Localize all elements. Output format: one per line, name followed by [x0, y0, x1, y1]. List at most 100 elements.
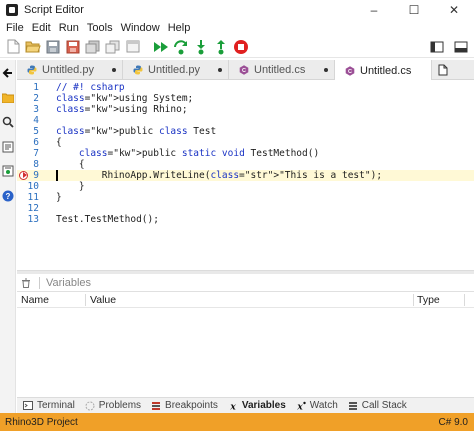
code-line: 6 {	[17, 137, 474, 148]
save-button[interactable]	[44, 38, 62, 56]
window-icon	[126, 40, 140, 53]
new-tab-button[interactable]	[432, 60, 454, 79]
tab-breakpoints[interactable]: Breakpoints	[151, 400, 218, 411]
explorer-folder-icon[interactable]	[1, 91, 15, 105]
step-over-button[interactable]	[172, 38, 190, 56]
tab-untitled-cs-active[interactable]: C Untitled.cs	[335, 60, 432, 81]
activity-sidebar: ?	[0, 60, 16, 413]
tab-untitled-cs-1[interactable]: C Untitled.cs	[229, 60, 335, 80]
stop-button[interactable]	[232, 38, 250, 56]
library-icon[interactable]	[1, 140, 15, 154]
close-button[interactable]: ✕	[434, 0, 474, 20]
svg-text:x: x	[296, 402, 303, 411]
line-number: 11	[27, 192, 39, 203]
maximize-button[interactable]: ☐	[394, 0, 434, 20]
svg-text:?: ?	[6, 192, 11, 201]
code-text: class="kw">public class Test	[56, 126, 217, 137]
line-number: 7	[33, 148, 39, 159]
run-button[interactable]	[152, 38, 170, 56]
code-line: 13 Test.TestMethod();	[17, 214, 474, 225]
sidebar-layout-icon	[430, 41, 444, 53]
watch-icon: x	[296, 401, 306, 411]
menu-file[interactable]: File	[2, 22, 28, 34]
menu-tools[interactable]: Tools	[83, 22, 117, 34]
column-header-name[interactable]: Name	[21, 292, 49, 308]
tab-label: Untitled.cs	[254, 64, 306, 76]
tab-call-stack[interactable]: Call Stack	[348, 400, 407, 411]
tab-terminal[interactable]: Terminal	[23, 400, 75, 411]
line-number: 4	[33, 115, 39, 126]
step-into-icon	[197, 39, 205, 54]
code-text: {	[56, 137, 62, 148]
code-line: 5 class="kw">public class Test	[17, 126, 474, 137]
step-into-button[interactable]	[192, 38, 210, 56]
tab-untitled-py-2[interactable]: Untitled.py	[123, 60, 229, 80]
tab-label: Terminal	[37, 400, 75, 411]
save-all-button[interactable]	[84, 38, 102, 56]
panel-title: Variables	[46, 276, 92, 289]
menu-bar: File Edit Run Tools Window Help	[0, 20, 474, 36]
code-line: 3 class="kw">using Rhino;	[17, 104, 474, 115]
toggle-panel-button[interactable]	[452, 38, 470, 56]
line-number: 13	[27, 214, 39, 225]
line-number: 8	[33, 159, 39, 170]
column-divider[interactable]	[85, 294, 86, 306]
language-version[interactable]: C# 9.0	[439, 417, 468, 428]
tab-problems[interactable]: Problems	[85, 400, 141, 411]
open-file-button[interactable]	[24, 38, 42, 56]
step-out-button[interactable]	[212, 38, 230, 56]
minimize-button[interactable]: –	[354, 0, 394, 20]
step-out-icon	[217, 39, 225, 54]
menu-help[interactable]: Help	[164, 22, 195, 34]
tab-label: Watch	[309, 400, 338, 411]
step-over-icon	[174, 39, 187, 54]
code-text: class="kw">using Rhino;	[56, 104, 188, 115]
help-icon[interactable]: ?	[1, 189, 15, 203]
search-icon[interactable]	[1, 115, 15, 129]
column-divider[interactable]	[464, 294, 465, 306]
column-header-value[interactable]: Value	[90, 292, 116, 308]
menu-run[interactable]: Run	[55, 22, 83, 34]
breakpoints-icon	[151, 401, 161, 411]
folder-open-icon	[25, 41, 41, 53]
code-text: }	[56, 192, 62, 203]
toggle-sidebar-button[interactable]	[428, 38, 446, 56]
run-icon	[153, 41, 168, 52]
app-icon	[6, 4, 18, 16]
code-line: 4	[17, 115, 474, 126]
panel-layout-icon	[454, 41, 468, 53]
line-number: 5	[33, 126, 39, 137]
line-number: 2	[33, 93, 39, 104]
code-line: 11 }	[17, 192, 474, 203]
tab-untitled-py-1[interactable]: Untitled.py	[17, 60, 123, 80]
tab-variables[interactable]: x Variables	[228, 400, 286, 411]
trash-icon[interactable]	[21, 278, 31, 288]
line-number: 1	[33, 82, 39, 93]
svg-text:x: x	[229, 402, 236, 411]
save-all-icon	[85, 40, 100, 53]
tab-label: Problems	[98, 400, 142, 411]
window-title: Script Editor	[24, 4, 84, 16]
column-header-type[interactable]: Type	[417, 292, 440, 308]
python-icon	[27, 65, 37, 75]
code-line: 2 class="kw">using System;	[17, 93, 474, 104]
window-button[interactable]	[124, 38, 142, 56]
toolbar	[0, 36, 474, 58]
pages-button[interactable]	[104, 38, 122, 56]
modified-dot-icon	[324, 68, 328, 72]
panel-header: Variables	[17, 274, 474, 292]
debug-icon[interactable]	[1, 164, 15, 178]
tab-label: Untitled.cs	[360, 64, 412, 77]
code-editor[interactable]: 1 // #! csharp 2 class="kw">using System…	[17, 80, 474, 270]
modified-dot-icon	[112, 68, 116, 72]
tab-label: Untitled.py	[148, 64, 200, 76]
new-file-button[interactable]	[4, 38, 22, 56]
menu-window[interactable]: Window	[117, 22, 164, 34]
save-as-button[interactable]	[64, 38, 82, 56]
csharp-icon: C	[345, 65, 355, 76]
column-divider[interactable]	[413, 294, 414, 306]
save-icon	[46, 40, 60, 53]
menu-edit[interactable]: Edit	[28, 22, 55, 34]
tab-watch[interactable]: x Watch	[296, 400, 338, 411]
collapse-arrow-icon[interactable]	[1, 66, 15, 80]
